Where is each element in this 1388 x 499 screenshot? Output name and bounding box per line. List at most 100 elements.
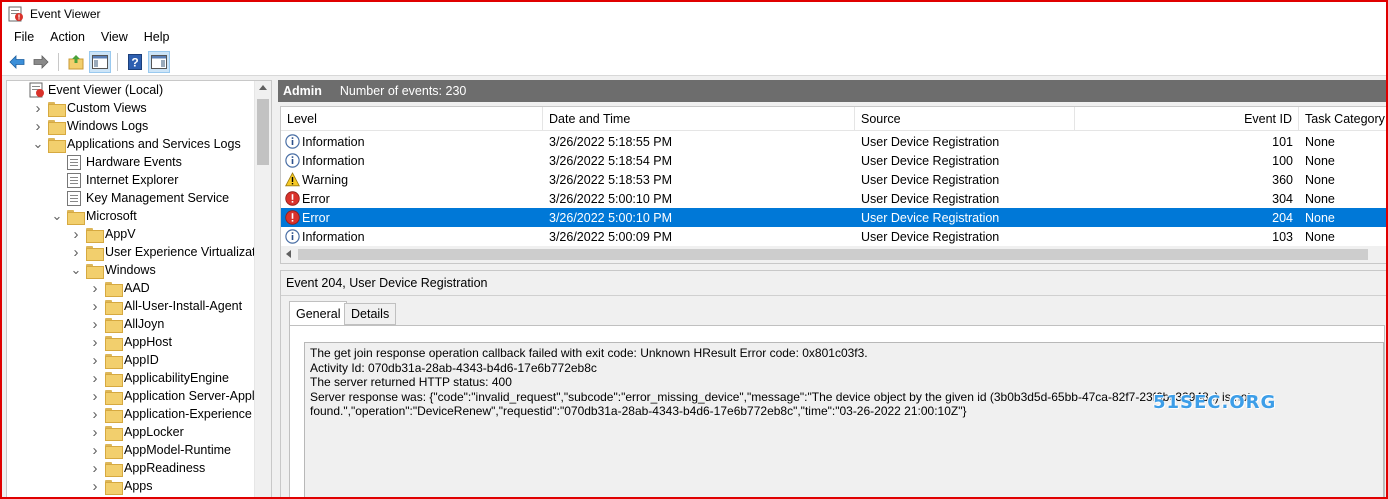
- chevron-right-icon[interactable]: ›: [32, 99, 44, 117]
- tab-details[interactable]: Details: [344, 303, 397, 325]
- chevron-right-icon[interactable]: ›: [70, 243, 82, 261]
- tree-item-label: Event Viewer (Local): [48, 83, 164, 97]
- chevron-right-icon[interactable]: ›: [32, 117, 44, 135]
- tree-item[interactable]: ⌄ Windows: [70, 261, 156, 279]
- chevron-down-icon[interactable]: ⌄: [51, 207, 63, 225]
- menu-action[interactable]: Action: [42, 28, 93, 46]
- tree-item-label: Application Server-Applicat: [124, 389, 272, 403]
- tree-item-label: AppID: [124, 353, 159, 367]
- chevron-right-icon[interactable]: ›: [89, 405, 101, 423]
- column-task-category[interactable]: Task Category: [1299, 107, 1386, 131]
- tree-item-label: Key Management Service: [86, 191, 230, 205]
- scroll-thumb[interactable]: [257, 99, 269, 165]
- tree-item[interactable]: › Application Server-Applicat: [89, 387, 272, 405]
- tab-general[interactable]: General: [289, 301, 348, 326]
- tree-item[interactable]: Key Management Service: [51, 189, 229, 207]
- column-source[interactable]: Source: [855, 107, 1075, 131]
- detail-divider: [281, 295, 1386, 296]
- event-message[interactable]: The get join response operation callback…: [304, 342, 1384, 497]
- tree-item[interactable]: › Windows Logs: [32, 117, 148, 135]
- tree-item[interactable]: › AppID: [89, 351, 159, 369]
- tree-item[interactable]: › AppV: [70, 225, 136, 243]
- folder-shape: [86, 227, 104, 243]
- tree-item[interactable]: › AppHost: [89, 333, 172, 351]
- level-text: Error: [302, 210, 330, 225]
- folder-shape: [105, 371, 123, 387]
- tree-item[interactable]: › Apps: [89, 477, 153, 495]
- event-row[interactable]: Error 3/26/2022 5:00:10 PM User Device Reg…: [281, 208, 1386, 227]
- scroll-up-arrow-icon[interactable]: [259, 85, 267, 90]
- menu-file[interactable]: File: [6, 28, 42, 46]
- up-folder-icon: [68, 54, 84, 69]
- tree-vertical-scrollbar[interactable]: [254, 81, 271, 497]
- title-bar: Event Viewer: [2, 2, 1386, 26]
- chevron-right-icon[interactable]: ›: [89, 369, 101, 387]
- cell-level: Error: [281, 208, 330, 227]
- level-text: Warning: [302, 172, 349, 187]
- chevron-right-icon[interactable]: ›: [89, 279, 101, 297]
- tree-item[interactable]: ⌄ Microsoft: [51, 207, 137, 225]
- column-level[interactable]: Level: [281, 107, 543, 131]
- folder-shape: [48, 119, 66, 135]
- tree-item[interactable]: ⌄ Applications and Services Logs: [32, 135, 241, 153]
- tree-item[interactable]: › ApplicabilityEngine: [89, 369, 229, 387]
- chevron-right-icon[interactable]: ›: [89, 423, 101, 441]
- tree-item[interactable]: Hardware Events: [51, 153, 182, 171]
- information-icon: [285, 134, 300, 149]
- chevron-right-icon[interactable]: ›: [89, 477, 101, 495]
- chevron-right-icon[interactable]: ›: [89, 459, 101, 477]
- forward-button[interactable]: [30, 51, 52, 73]
- folder-icon: [48, 100, 66, 117]
- folder-icon: [105, 478, 123, 495]
- chevron-right-icon[interactable]: ›: [89, 351, 101, 369]
- chevron-right-icon[interactable]: ›: [89, 387, 101, 405]
- tree-item[interactable]: › AppLocker: [89, 423, 184, 441]
- chevron-right-icon[interactable]: ›: [89, 297, 101, 315]
- show-hide-tree-button[interactable]: [89, 50, 111, 73]
- cell-task-category: None: [1305, 210, 1335, 225]
- column-event-id[interactable]: Event ID: [1075, 107, 1299, 131]
- menu-view[interactable]: View: [93, 28, 136, 46]
- event-row[interactable]: Error 3/26/2022 5:00:10 PM User Device Reg…: [281, 189, 1386, 208]
- folder-icon: [105, 298, 123, 315]
- folder-icon: [105, 442, 123, 459]
- cell-event-id: 304: [1272, 191, 1293, 206]
- folder-icon: [86, 262, 104, 279]
- chevron-right-icon[interactable]: ›: [89, 333, 101, 351]
- up-folder-button[interactable]: [65, 51, 87, 73]
- chevron-down-icon[interactable]: ⌄: [32, 135, 44, 153]
- event-row[interactable]: Information 3/26/2022 5:18:55 PM User Devi…: [281, 132, 1386, 151]
- tree-item[interactable]: › AllJoyn: [89, 315, 164, 333]
- event-list-horizontal-scrollbar[interactable]: [281, 246, 1386, 263]
- tree-item-label: AppHost: [124, 335, 172, 349]
- tree-item[interactable]: › Custom Views: [32, 99, 147, 117]
- chevron-right-icon[interactable]: ›: [70, 225, 82, 243]
- event-row[interactable]: Warning 3/26/2022 5:18:53 PM User Device R…: [281, 170, 1386, 189]
- cell-level: Warning: [281, 170, 348, 189]
- toolbar: ?: [2, 48, 1386, 76]
- tree-item[interactable]: › Application-Experience: [89, 405, 252, 423]
- tree-item[interactable]: Event Viewer (Local): [13, 81, 163, 99]
- chevron-right-icon[interactable]: ›: [89, 315, 101, 333]
- menu-help[interactable]: Help: [136, 28, 178, 46]
- tree-item[interactable]: › User Experience Virtualization: [70, 243, 271, 261]
- folder-shape: [105, 407, 123, 423]
- event-row[interactable]: Information 3/26/2022 5:00:09 PM User Devi…: [281, 227, 1386, 246]
- cell-event-id: 360: [1272, 172, 1293, 187]
- tree-item[interactable]: › AppModel-Runtime: [89, 441, 231, 459]
- back-button[interactable]: [6, 51, 28, 73]
- action-pane-button[interactable]: [148, 50, 170, 73]
- event-row[interactable]: Information 3/26/2022 5:18:54 PM User Devi…: [281, 151, 1386, 170]
- folder-icon: [105, 424, 123, 441]
- column-date-time[interactable]: Date and Time: [543, 107, 855, 131]
- tree-item[interactable]: › AppReadiness: [89, 459, 205, 477]
- tree-item[interactable]: › All-User-Install-Agent: [89, 297, 242, 315]
- scroll-left-arrow-icon[interactable]: [286, 250, 291, 258]
- scroll-thumb[interactable]: [298, 249, 1368, 260]
- chevron-down-icon[interactable]: ⌄: [70, 261, 82, 279]
- tree-item[interactable]: Internet Explorer: [51, 171, 178, 189]
- chevron-right-icon[interactable]: ›: [89, 441, 101, 459]
- tree-item[interactable]: › AAD: [89, 279, 150, 297]
- help-button[interactable]: ?: [124, 51, 146, 73]
- folder-icon: [105, 370, 123, 387]
